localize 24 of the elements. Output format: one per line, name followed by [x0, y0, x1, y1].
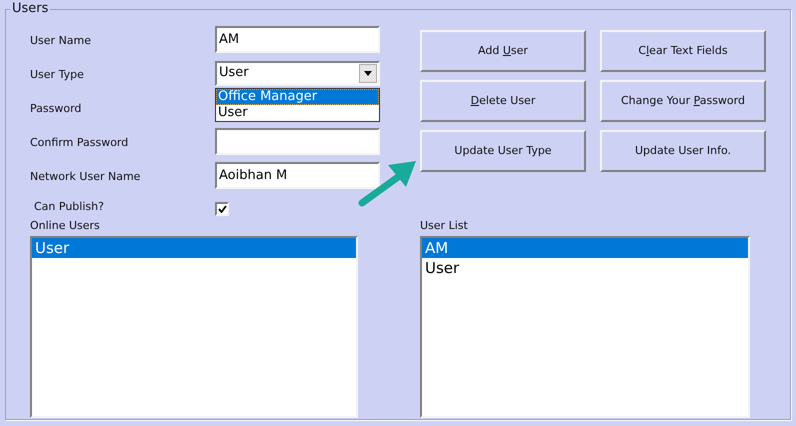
- field-label: Network User Name: [30, 170, 140, 183]
- field-label: Password: [30, 102, 82, 115]
- dropdown-option[interactable]: Office Manager: [216, 88, 379, 104]
- text-field[interactable]: Aoibhan M: [215, 162, 380, 188]
- action-button[interactable]: Update User Info.: [600, 130, 766, 172]
- dropdown-option[interactable]: User: [216, 104, 379, 120]
- field-label: User Type: [30, 68, 84, 81]
- list-item[interactable]: AM: [422, 238, 748, 258]
- action-button[interactable]: Update User Type: [420, 130, 586, 172]
- field-label: Confirm Password: [30, 136, 128, 149]
- text-field[interactable]: AM: [215, 26, 380, 52]
- list-item[interactable]: User: [32, 238, 356, 258]
- dropdown-field[interactable]: User: [215, 60, 380, 86]
- field-label: Can Publish?: [34, 200, 104, 213]
- list-item[interactable]: User: [422, 258, 748, 278]
- action-button[interactable]: Change Your Password: [600, 80, 766, 122]
- action-button[interactable]: Clear Text Fields: [600, 30, 766, 72]
- action-button[interactable]: Delete User: [420, 80, 586, 122]
- action-button[interactable]: Add User: [420, 30, 586, 72]
- checkbox[interactable]: [215, 202, 229, 216]
- text-field[interactable]: [215, 128, 380, 154]
- field-label: User Name: [30, 34, 92, 47]
- list-label: Online Users: [30, 218, 101, 234]
- list-label: User List: [420, 218, 469, 234]
